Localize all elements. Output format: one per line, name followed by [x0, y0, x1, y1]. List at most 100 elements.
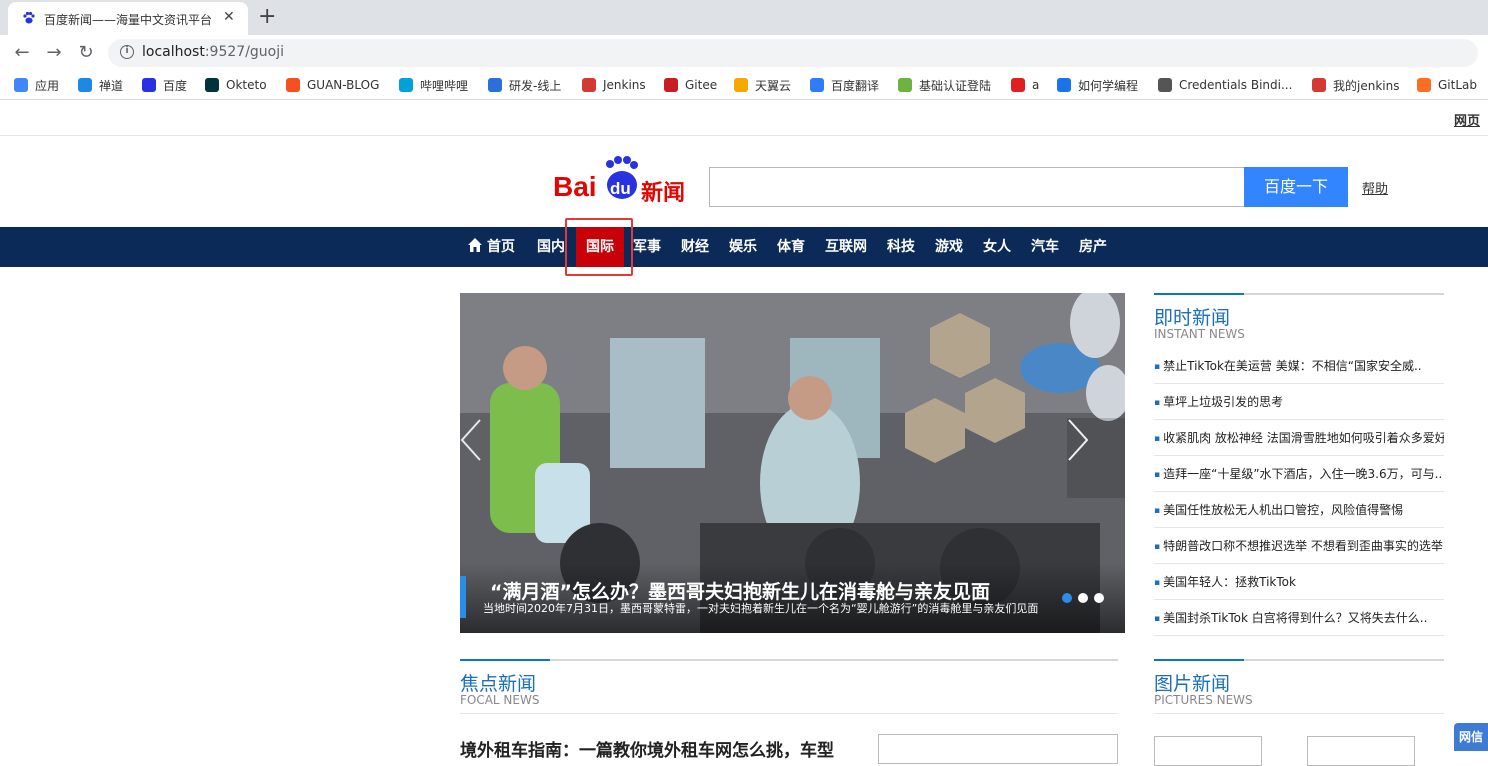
nav-item[interactable]: 娱乐 [729, 227, 757, 267]
search-input[interactable] [709, 167, 1245, 207]
nav-item-label: 女人 [983, 239, 1011, 255]
bookmark-item[interactable]: 百度翻译 [810, 76, 879, 94]
browser-toolbar: ← → ↻ i localhost:9527/guoji [0, 35, 1488, 70]
slider-dot-2[interactable] [1078, 593, 1088, 603]
focal-news-image[interactable] [878, 734, 1118, 764]
news-list-item[interactable]: 美国封杀TikTok 白宫将得到什么？又将失去什么.. [1154, 600, 1444, 636]
nav-item[interactable]: 科技 [887, 227, 915, 267]
bookmark-label: 百度 [163, 78, 188, 93]
browser-tabstrip: 百度新闻——海量中文资讯平台 ✕ + [0, 0, 1488, 35]
gitlab-icon [1417, 78, 1431, 92]
bookmark-label: Okteto [226, 78, 267, 92]
bookmark-item[interactable]: Jenkins [582, 76, 646, 94]
bookmark-label: a [1032, 78, 1040, 92]
divider [1154, 713, 1444, 714]
picture-news-image[interactable] [1154, 736, 1262, 766]
instant-news-subtitle: INSTANT NEWS [1154, 327, 1245, 341]
logo-bai: Bai [553, 171, 597, 202]
slider-dot-3[interactable] [1094, 593, 1104, 603]
news-list-item[interactable]: 特朗普改口称不想推迟选举 不想看到歪曲事实的选举 [1154, 528, 1444, 564]
bookmark-item[interactable]: GUAN-BLOG [286, 76, 379, 94]
bookmark-item[interactable]: 禅道 [78, 76, 123, 94]
picture-news-header: 图片新闻 PICTURES NEWS [1154, 659, 1444, 713]
bookmark-item[interactable]: GitLab [1417, 76, 1477, 94]
bookmark-item[interactable]: 应用 [14, 76, 59, 94]
bookmark-item[interactable]: 百度 [142, 76, 187, 94]
home-icon [468, 238, 482, 252]
focal-news-headline[interactable]: 境外租车指南：一篇教你境外租车网怎么挑，车型 [460, 736, 834, 761]
site-info-icon[interactable]: i [120, 45, 134, 59]
bookmark-item[interactable]: 哔哩哔哩 [399, 76, 468, 94]
bookmark-item[interactable]: 天翼云 [734, 76, 791, 94]
nav-item-label: 游戏 [935, 239, 963, 255]
bookmark-label: 我的jenkins [1333, 78, 1400, 93]
bookmark-item[interactable]: Okteto [205, 76, 267, 94]
nav-item-label: 军事 [633, 239, 661, 255]
url-host: localhost [142, 44, 205, 60]
news-list-item[interactable]: 禁止TikTok在美运营 美媒：不相信“国家安全威.. [1154, 348, 1444, 384]
guan-blog-icon [286, 78, 300, 92]
slider-next-icon[interactable] [1067, 418, 1125, 498]
leaf-icon [898, 78, 912, 92]
nav-item-label: 科技 [887, 239, 915, 255]
news-list-item[interactable]: 美国任性放松无人机出口管控，风险值得警惕 [1154, 492, 1444, 528]
slider-dot-1[interactable] [1062, 593, 1072, 603]
new-tab-button[interactable]: + [258, 4, 276, 30]
main-nav: 首页 国内 国际 军事 财经 娱乐 体育 互联网 科技 游戏 女人 汽车 房产 [0, 227, 1488, 267]
nav-item[interactable]: 财经 [681, 227, 709, 267]
web-link[interactable]: 网页 [1454, 110, 1480, 129]
swirl-icon [1057, 78, 1071, 92]
bookmark-label: 天翼云 [755, 78, 792, 93]
nav-item[interactable]: 互联网 [825, 227, 867, 267]
news-list-item[interactable]: 造拜一座“十星级”水下酒店，入住一晚3.6万，可与.. [1154, 456, 1444, 492]
forward-icon[interactable]: → [42, 41, 66, 65]
nav-item[interactable]: 体育 [777, 227, 805, 267]
bookmark-item[interactable]: a [1011, 76, 1039, 94]
url-path: :9527/guoji [204, 44, 285, 60]
instant-news-title: 即时新闻 [1154, 307, 1231, 329]
tab-title: 百度新闻——海量中文资讯平台 [44, 13, 213, 27]
bookmark-item[interactable]: Gitee [664, 76, 717, 94]
world-icon [1158, 78, 1172, 92]
focal-news-header: 焦点新闻 FOCAL NEWS [460, 659, 1118, 713]
back-icon[interactable]: ← [10, 41, 34, 65]
bilibili-icon [399, 78, 413, 92]
zentao-icon [78, 78, 92, 92]
nav-item-label: 首页 [487, 239, 515, 255]
bookmark-item[interactable]: Credentials Bindi... [1158, 76, 1292, 94]
nav-item[interactable]: 房产 [1079, 227, 1107, 267]
nav-item[interactable]: 汽车 [1031, 227, 1059, 267]
nav-item[interactable]: 军事 [633, 227, 661, 267]
news-list-item[interactable]: 收紧肌肉 放松神经 法国滑雪胜地如何吸引着众多爱好 [1154, 420, 1444, 456]
bookmark-item[interactable]: 研发-线上 [488, 76, 561, 94]
nav-item-label: 体育 [777, 239, 805, 255]
browser-tab[interactable]: 百度新闻——海量中文资讯平台 ✕ [8, 2, 248, 35]
help-link[interactable]: 帮助 [1362, 178, 1388, 197]
picture-news-image[interactable] [1307, 736, 1415, 766]
divider [460, 713, 1118, 714]
side-badge[interactable]: 网信 [1454, 723, 1488, 751]
bookmark-label: 禅道 [99, 78, 124, 93]
nav-item-label: 互联网 [825, 239, 867, 255]
bookmark-item[interactable]: 如何学编程 [1057, 76, 1138, 94]
news-list-item[interactable]: 美国年轻人：拯救TikTok [1154, 564, 1444, 600]
bookmark-label: GitLab [1438, 78, 1477, 92]
headline-slider[interactable]: “满月酒”怎么办？墨西哥夫妇抱新生儿在消毒舱与亲友见面 当地时间2020年7月3… [460, 293, 1125, 633]
slider-prev-icon[interactable] [460, 418, 518, 498]
bookmark-item[interactable]: 基础认证登陆 [898, 76, 991, 94]
nav-item[interactable]: 游戏 [935, 227, 963, 267]
nav-item[interactable]: 首页 [467, 227, 515, 267]
gitee-icon [664, 78, 678, 92]
bookmark-label: 研发-线上 [509, 78, 562, 93]
baidu-news-logo[interactable]: Bai du 新闻 [553, 155, 693, 206]
reload-icon[interactable]: ↻ [74, 41, 98, 65]
nav-item-label: 国内 [537, 239, 565, 255]
tab-close-icon[interactable]: ✕ [223, 9, 235, 25]
nav-item[interactable]: 国内 [537, 227, 565, 267]
okteto-icon [205, 78, 219, 92]
address-bar[interactable]: i localhost:9527/guoji [108, 39, 1478, 67]
bookmark-item[interactable]: 我的jenkins [1312, 76, 1399, 94]
nav-item[interactable]: 女人 [983, 227, 1011, 267]
news-list-item[interactable]: 草坪上垃圾引发的思考 [1154, 384, 1444, 420]
search-button[interactable]: 百度一下 [1244, 167, 1348, 207]
